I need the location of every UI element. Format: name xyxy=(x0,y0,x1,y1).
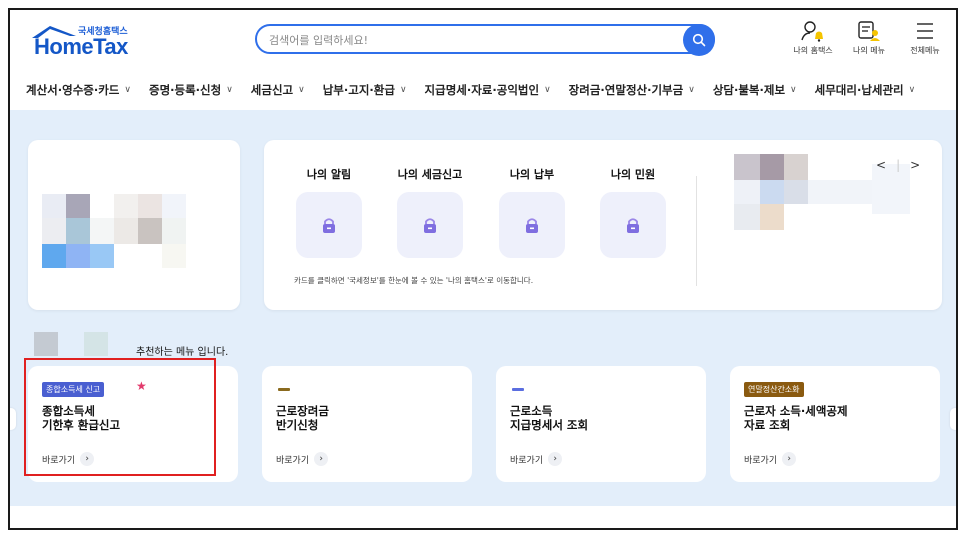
carousel-left-edge[interactable] xyxy=(10,408,16,430)
quick-my-payment[interactable]: 나의 납부 xyxy=(497,166,567,258)
divider xyxy=(696,176,697,286)
nav-item-label: 세무대리·납세관리 xyxy=(814,83,904,97)
menu-card-title: 근로장려금 반기신청 xyxy=(276,404,329,432)
go-link[interactable]: 바로가기 › xyxy=(510,452,563,466)
highlight-box xyxy=(24,358,216,476)
logo-title: HomeTax xyxy=(34,34,128,59)
quick-menu-note: 카드를 클릭하면 '국세정보'를 한눈에 볼 수 있는 '나의 홈택스'로 이동… xyxy=(294,276,534,285)
chevron-down-icon: ∨ xyxy=(298,85,305,95)
nav-item-payment[interactable]: 납부·고지·환급 ∨ xyxy=(323,82,407,98)
carousel-pager: < | > xyxy=(876,158,920,172)
chevron-right-icon: › xyxy=(314,452,329,466)
browser-frame: 국세청홈택스 HomeTax 나의 홈택스 xyxy=(8,8,958,530)
nav-item-label: 장려금·연말정산·기부금 xyxy=(568,83,684,97)
lock-icon xyxy=(526,218,538,233)
nav-item-label: 지급명세·자료·공익법인 xyxy=(424,83,540,97)
nav-item-label: 상담·불복·제보 xyxy=(712,83,786,97)
chevron-right-icon: › xyxy=(782,452,797,466)
quick-label: 나의 세금신고 xyxy=(397,168,463,181)
chevron-down-icon: ∨ xyxy=(124,85,131,95)
quick-box xyxy=(499,192,565,258)
lock-icon xyxy=(627,218,639,233)
chevron-right-icon: › xyxy=(548,452,563,466)
menu-card-earned-income-statement[interactable]: 근로소득 지급명세서 조회 바로가기 › xyxy=(496,366,706,482)
go-label: 바로가기 xyxy=(510,455,544,466)
nav-item-tax-agent[interactable]: 세무대리·납세관리 ∨ xyxy=(815,82,916,98)
search-input[interactable] xyxy=(269,32,669,48)
header-icons: 나의 홈택스 나의 메뉴 전체메뉴 xyxy=(792,20,946,56)
chevron-down-icon: ∨ xyxy=(790,85,797,95)
lock-icon xyxy=(424,218,436,233)
nav-item-consulting[interactable]: 상담·불복·제보 ∨ xyxy=(713,82,797,98)
main-nav: 계산서·영수증·카드 ∨ 증명·등록·신청 ∨ 세금신고 ∨ 납부·고지·환급 ∨ 지급… xyxy=(10,72,956,108)
go-link[interactable]: 바로가기 › xyxy=(276,452,329,466)
profile-card[interactable] xyxy=(28,140,240,310)
search-bar xyxy=(255,24,715,56)
my-menu-button[interactable]: 나의 메뉴 xyxy=(848,20,890,56)
quick-label: 나의 민원 xyxy=(610,168,656,181)
menu-card-badge: 연말정산간소화 xyxy=(744,382,804,397)
chevron-down-icon: ∨ xyxy=(544,85,551,95)
nav-item-label: 납부·고지·환급 xyxy=(322,83,395,97)
menu-list-user-icon xyxy=(858,21,880,41)
go-label: 바로가기 xyxy=(744,455,778,466)
hometax-logo[interactable]: 국세청홈택스 HomeTax xyxy=(28,22,138,59)
chevron-down-icon: ∨ xyxy=(226,85,233,95)
quick-my-tax-filing[interactable]: 나의 세금신고 xyxy=(395,166,465,258)
user-bell-icon xyxy=(801,21,823,42)
pager-divider: | xyxy=(896,158,901,172)
nav-item-label: 증명·등록·신청 xyxy=(148,83,222,97)
nav-item-label: 세금신고 xyxy=(250,83,294,97)
hamburger-icon xyxy=(917,23,933,39)
search-button[interactable] xyxy=(683,24,715,56)
blurred-recommend-avatar xyxy=(34,332,110,356)
accent-bar xyxy=(278,388,290,391)
menu-card-year-end-settlement[interactable]: 연말정산간소화 근로자 소득·세액공제 자료 조회 바로가기 › xyxy=(730,366,940,482)
header: 국세청홈택스 HomeTax 나의 홈택스 xyxy=(10,10,956,70)
search-icon xyxy=(692,33,706,47)
go-link[interactable]: 바로가기 › xyxy=(744,452,797,466)
quick-my-civil[interactable]: 나의 민원 xyxy=(598,166,668,258)
nav-item-tax-filing[interactable]: 세금신고 ∨ xyxy=(251,82,305,98)
accent-bar xyxy=(512,388,524,391)
menu-card-title: 근로자 소득·세액공제 자료 조회 xyxy=(744,404,848,432)
all-menu-label: 전체메뉴 xyxy=(910,46,940,55)
quick-my-alert[interactable]: 나의 알림 xyxy=(294,166,364,258)
quick-box xyxy=(296,192,362,258)
nav-item-incentives[interactable]: 장려금·연말정산·기부금 ∨ xyxy=(569,82,695,98)
quick-box xyxy=(600,192,666,258)
nav-item-statements[interactable]: 지급명세·자료·공익법인 ∨ xyxy=(425,82,551,98)
lock-icon xyxy=(323,218,335,233)
quick-menu-card: 나의 알림 나의 세금신고 나의 납부 나의 민원 카드를 클릭하면 '국세정보… xyxy=(264,140,942,310)
menu-card-work-incentive[interactable]: 근로장려금 반기신청 바로가기 › xyxy=(262,366,472,482)
chevron-down-icon: ∨ xyxy=(908,85,916,95)
quick-box xyxy=(397,192,463,258)
go-label: 바로가기 xyxy=(276,455,310,466)
chevron-down-icon: ∨ xyxy=(688,85,695,95)
all-menu-button[interactable]: 전체메뉴 xyxy=(904,20,946,56)
nav-item-label: 계산서·영수증·카드 xyxy=(26,83,120,97)
my-hometax-button[interactable]: 나의 홈택스 xyxy=(792,20,834,56)
quick-label: 나의 납부 xyxy=(509,168,555,181)
menu-card-title: 근로소득 지급명세서 조회 xyxy=(510,404,589,432)
chevron-down-icon: ∨ xyxy=(399,85,407,95)
carousel-right-edge[interactable] xyxy=(950,408,956,430)
quick-label: 나의 알림 xyxy=(306,168,352,181)
recommend-label: 추천하는 메뉴 입니다. xyxy=(136,347,229,358)
nav-item-receipts[interactable]: 계산서·영수증·카드 ∨ xyxy=(26,82,131,98)
my-hometax-label: 나의 홈택스 xyxy=(793,46,833,55)
my-menu-label: 나의 메뉴 xyxy=(853,46,885,55)
prev-arrow-icon[interactable]: < xyxy=(876,158,886,172)
next-arrow-icon[interactable]: > xyxy=(910,158,920,172)
nav-item-certificates[interactable]: 증명·등록·신청 ∨ xyxy=(149,82,233,98)
blurred-profile-image xyxy=(42,194,190,268)
